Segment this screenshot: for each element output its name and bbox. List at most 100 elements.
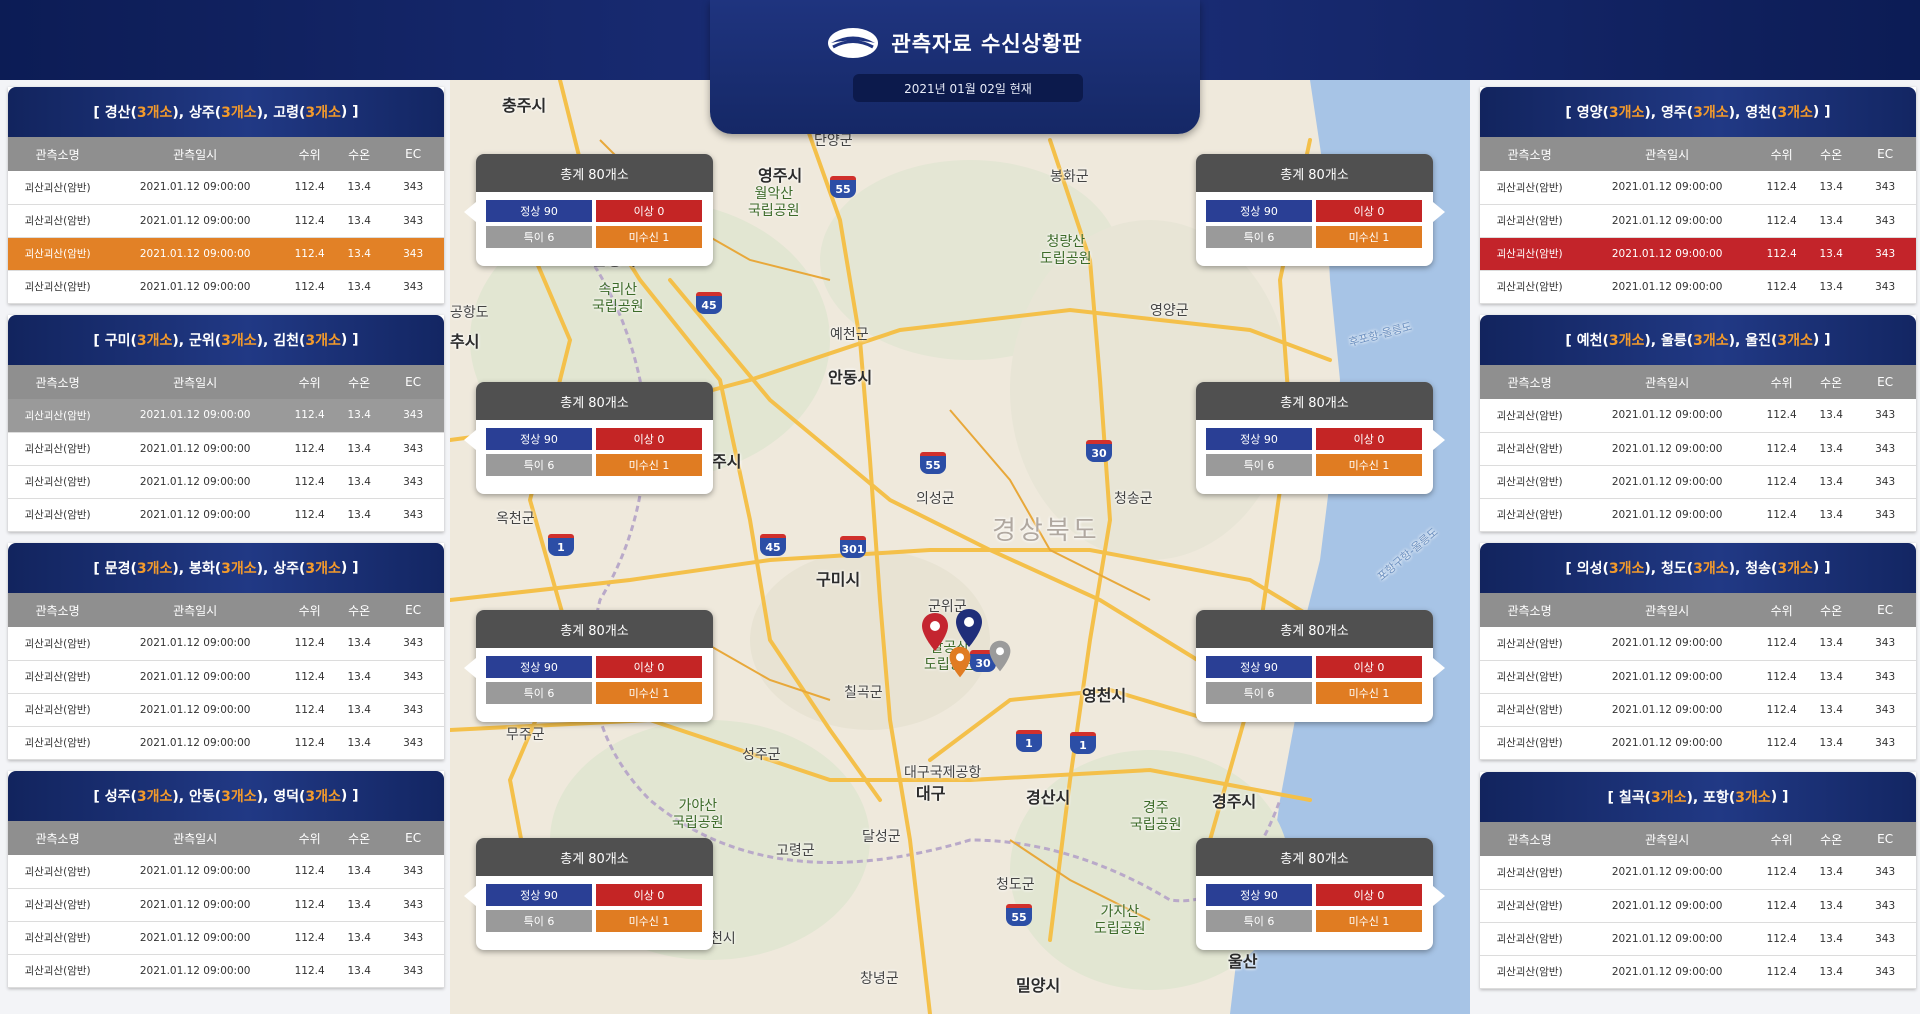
stat-card[interactable]: 총계 80개소 정상 90 이상 0 특이 6 미수신 1: [464, 382, 713, 494]
cell-name: 괴산괴산(암반): [8, 432, 108, 466]
cell-temp: 13.4: [1808, 627, 1855, 661]
table-row[interactable]: 괴산괴산(암반) 2021.01.12 09:00:00 112.4 13.4 343: [1480, 922, 1916, 956]
stat-card[interactable]: 총계 80개소 정상 90 이상 0 특이 6 미수신 1: [1196, 154, 1445, 266]
station-count: 3개소: [1735, 790, 1771, 806]
table-row[interactable]: 괴산괴산(암반) 2021.01.12 09:00:00 112.4 13.4 343: [8, 726, 444, 760]
map-pin-red[interactable]: [920, 612, 950, 652]
map-pin-orange[interactable]: [948, 646, 972, 678]
stat-normal: 정상 90: [1206, 200, 1312, 222]
panel-title: [ 칠곡(3개소), 포항(3개소) ]: [1480, 772, 1916, 822]
station-count: 3개소: [305, 561, 341, 577]
cell-ec: 343: [382, 171, 444, 205]
stat-card[interactable]: 총계 80개소 정상 90 이상 0 특이 6 미수신 1: [1196, 838, 1445, 950]
cell-ec: 343: [1854, 922, 1916, 956]
cell-ec: 343: [1854, 498, 1916, 532]
stat-missing: 미수신 1: [1316, 454, 1422, 476]
table-row[interactable]: 괴산괴산(암반) 2021.01.12 09:00:00 112.4 13.4 343: [1480, 627, 1916, 661]
cell-time: 2021.01.12 09:00:00: [107, 204, 284, 238]
table-row[interactable]: 괴산괴산(암반) 2021.01.12 09:00:00 112.4 13.4 343: [8, 399, 444, 433]
table-row[interactable]: 괴산괴산(암반) 2021.01.12 09:00:00 112.4 13.4 343: [8, 270, 444, 304]
region-name: ), 청송(: [1728, 561, 1778, 577]
table-row[interactable]: 괴산괴산(암반) 2021.01.12 09:00:00 112.4 13.4 343: [1480, 270, 1916, 304]
cell-temp: 13.4: [336, 855, 383, 889]
cell-level: 112.4: [1755, 660, 1809, 694]
stat-normal: 정상 90: [486, 200, 592, 222]
table-row[interactable]: 괴산괴산(암반) 2021.01.12 09:00:00 112.4 13.4 343: [8, 204, 444, 238]
table-row[interactable]: 괴산괴산(암반) 2021.01.12 09:00:00 112.4 13.4 343: [1480, 693, 1916, 727]
station-count: 3개소: [136, 333, 173, 349]
table-row[interactable]: 괴산괴산(암반) 2021.01.12 09:00:00 112.4 13.4 343: [1480, 889, 1916, 923]
table-row[interactable]: 괴산괴산(암반) 2021.01.12 09:00:00 112.4 13.4 343: [8, 921, 444, 955]
stat-card[interactable]: 총계 80개소 정상 90 이상 0 특이 6 미수신 1: [464, 610, 713, 722]
table-row[interactable]: 괴산괴산(암반) 2021.01.12 09:00:00 112.4 13.4 343: [8, 627, 444, 661]
table-row[interactable]: 괴산괴산(암반) 2021.01.12 09:00:00 112.4 13.4 343: [1480, 726, 1916, 760]
stat-special: 특이 6: [1206, 910, 1312, 932]
stat-total: 총계 80개소: [476, 382, 713, 420]
stat-card[interactable]: 총계 80개소 정상 90 이상 0 특이 6 미수신 1: [1196, 382, 1445, 494]
stat-missing: 미수신 1: [596, 226, 702, 248]
table-row[interactable]: 괴산괴산(암반) 2021.01.12 09:00:00 112.4 13.4 343: [8, 954, 444, 988]
map[interactable]: 충주시 영주시 문경시 예천군 안동시 의성군 청송군 경상북도 구미시 군위군…: [450, 80, 1470, 1014]
table-row[interactable]: 괴산괴산(암반) 2021.01.12 09:00:00 112.4 13.4 343: [1480, 171, 1916, 205]
table-row[interactable]: 괴산괴산(암반) 2021.01.12 09:00:00 112.4 13.4 343: [1480, 856, 1916, 890]
stat-normal: 정상 90: [1206, 656, 1312, 678]
cell-time: 2021.01.12 09:00:00: [107, 726, 284, 760]
highway-shield: 45: [760, 534, 786, 556]
cell-ec: 343: [382, 399, 444, 433]
table-row[interactable]: 괴산괴산(암반) 2021.01.12 09:00:00 112.4 13.4 343: [8, 465, 444, 499]
table-row[interactable]: 괴산괴산(암반) 2021.01.12 09:00:00 112.4 13.4 343: [8, 432, 444, 466]
stat-normal: 정상 90: [486, 884, 592, 906]
highway-shield: 1: [548, 534, 574, 556]
cell-level: 112.4: [1755, 465, 1809, 499]
table-row[interactable]: 괴산괴산(암반) 2021.01.12 09:00:00 112.4 13.4 343: [8, 855, 444, 889]
cell-level: 112.4: [283, 888, 337, 922]
cell-time: 2021.01.12 09:00:00: [1579, 237, 1756, 271]
map-pin-navy[interactable]: [954, 608, 984, 648]
cell-level: 112.4: [1755, 627, 1809, 661]
table-row[interactable]: 괴산괴산(암반) 2021.01.12 09:00:00 112.4 13.4 343: [1480, 660, 1916, 694]
column-header: 관측소명: [1480, 137, 1580, 171]
stat-card[interactable]: 총계 80개소 정상 90 이상 0 특이 6 미수신 1: [464, 154, 713, 266]
stat-missing: 미수신 1: [1316, 226, 1422, 248]
region-name: ) ]: [1812, 104, 1831, 120]
panel-title: [ 경산(3개소), 상주(3개소), 고령(3개소) ]: [8, 87, 444, 137]
cell-time: 2021.01.12 09:00:00: [107, 465, 284, 499]
cell-name: 괴산괴산(암반): [8, 465, 108, 499]
column-header: 관측일시: [1579, 365, 1756, 399]
cell-temp: 13.4: [1808, 889, 1855, 923]
table-row[interactable]: 괴산괴산(암반) 2021.01.12 09:00:00 112.4 13.4 343: [1480, 399, 1916, 433]
cell-time: 2021.01.12 09:00:00: [107, 693, 284, 727]
column-header: 수온: [336, 365, 383, 399]
map-label-region: 경상북도: [992, 516, 1100, 546]
table-row[interactable]: 괴산괴산(암반) 2021.01.12 09:00:00 112.4 13.4 343: [1480, 237, 1916, 271]
table-row[interactable]: 괴산괴산(암반) 2021.01.12 09:00:00 112.4 13.4 343: [8, 660, 444, 694]
cell-temp: 13.4: [1808, 270, 1855, 304]
cell-level: 112.4: [283, 399, 337, 433]
column-header: 관측소명: [8, 821, 108, 855]
table-row[interactable]: 괴산괴산(암반) 2021.01.12 09:00:00 112.4 13.4 343: [8, 888, 444, 922]
stat-abnormal: 이상 0: [596, 656, 702, 678]
table-row[interactable]: 괴산괴산(암반) 2021.01.12 09:00:00 112.4 13.4 343: [1480, 955, 1916, 989]
table-row[interactable]: 괴산괴산(암반) 2021.01.12 09:00:00 112.4 13.4 343: [1480, 465, 1916, 499]
cell-temp: 13.4: [336, 204, 383, 238]
table-row[interactable]: 괴산괴산(암반) 2021.01.12 09:00:00 112.4 13.4 343: [8, 237, 444, 271]
cell-temp: 13.4: [1808, 204, 1855, 238]
table-row[interactable]: 괴산괴산(암반) 2021.01.12 09:00:00 112.4 13.4 343: [8, 498, 444, 532]
region-name: ), 포항(: [1686, 790, 1736, 806]
stat-total: 총계 80개소: [1196, 838, 1433, 876]
map-pin-grey[interactable]: [988, 640, 1012, 672]
station-count: 3개소: [1693, 333, 1729, 349]
table-row[interactable]: 괴산괴산(암반) 2021.01.12 09:00:00 112.4 13.4 343: [1480, 204, 1916, 238]
panel-title: [ 의성(3개소), 청도(3개소), 청송(3개소) ]: [1480, 543, 1916, 593]
station-count: 3개소: [221, 561, 257, 577]
stat-card[interactable]: 총계 80개소 정상 90 이상 0 특이 6 미수신 1: [1196, 610, 1445, 722]
table-row[interactable]: 괴산괴산(암반) 2021.01.12 09:00:00 112.4 13.4 343: [8, 693, 444, 727]
cell-level: 112.4: [283, 270, 337, 304]
table-row[interactable]: 괴산괴산(암반) 2021.01.12 09:00:00 112.4 13.4 343: [1480, 498, 1916, 532]
table-row[interactable]: 괴산괴산(암반) 2021.01.12 09:00:00 112.4 13.4 343: [1480, 432, 1916, 466]
cell-name: 괴산괴산(암반): [8, 399, 108, 433]
map-label-place: 영양군: [1150, 303, 1189, 319]
table-row[interactable]: 괴산괴산(암반) 2021.01.12 09:00:00 112.4 13.4 343: [8, 171, 444, 205]
stat-card[interactable]: 총계 80개소 정상 90 이상 0 특이 6 미수신 1: [464, 838, 713, 950]
map-label-place: 봉화군: [1050, 169, 1089, 185]
